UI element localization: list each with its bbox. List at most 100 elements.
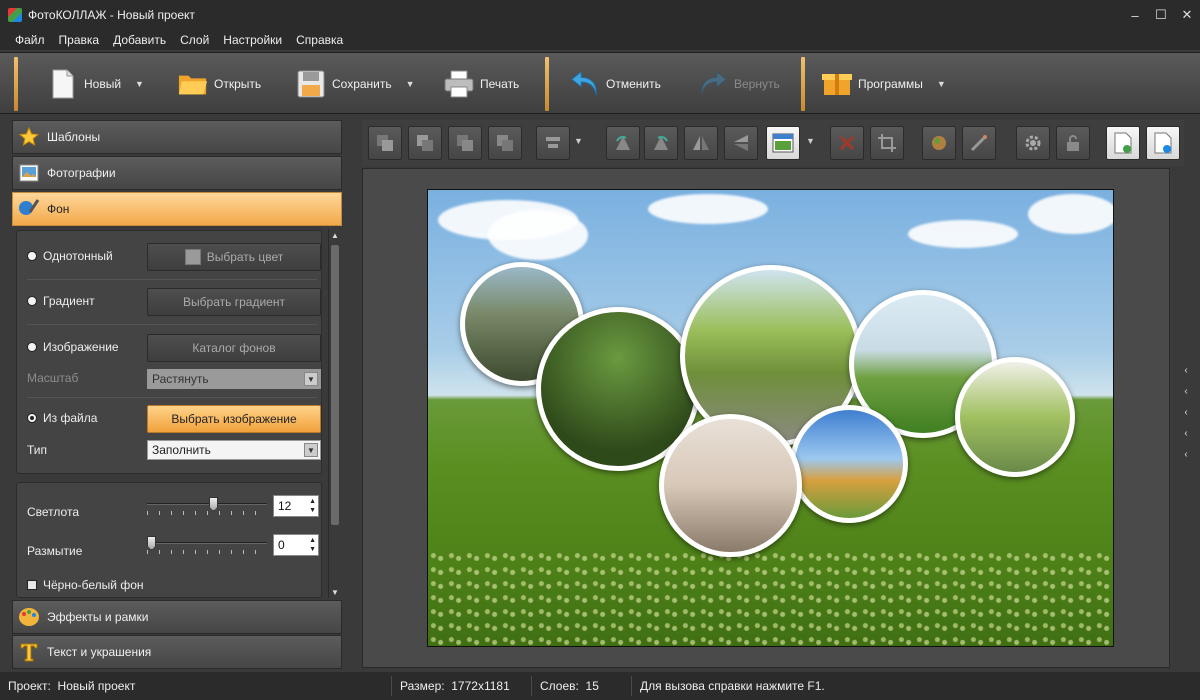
color-effects-icon[interactable] [922, 126, 956, 160]
background-options-panel: Однотонный Выбрать цвет Градиент Выбрать… [16, 230, 322, 474]
bw-option[interactable]: Чёрно-белый фон [27, 578, 144, 592]
folder-icon [178, 69, 208, 99]
undo-label: Отменить [606, 77, 661, 91]
scrollbar-thumb[interactable] [331, 245, 339, 525]
section-templates[interactable]: Шаблоны [12, 120, 342, 154]
palette-icon [17, 605, 41, 629]
flip-vertical-icon[interactable] [724, 126, 758, 160]
brightness-slider[interactable] [147, 497, 267, 517]
right-panel-arrows[interactable]: ‹ ‹ ‹ ‹ ‹ [1180, 365, 1192, 460]
save-dropdown-icon[interactable]: ▼ [406, 79, 415, 89]
collapse-arrow-icon[interactable]: ‹ [1184, 428, 1187, 439]
new-dropdown-icon[interactable]: ▼ [135, 79, 144, 89]
status-hint: Для вызова справки нажмите F1. [640, 679, 825, 693]
align-icon[interactable] [536, 126, 570, 160]
text-t-icon [17, 640, 41, 664]
crop-icon[interactable] [870, 126, 904, 160]
delete-icon[interactable] [830, 126, 864, 160]
menu-help[interactable]: Справка [289, 33, 350, 47]
bw-checkbox[interactable] [27, 580, 37, 590]
redo-button[interactable]: Вернуть [698, 61, 780, 107]
choose-gradient-button[interactable]: Выбрать градиент [147, 288, 321, 316]
menu-bar: Файл Правка Добавить Слой Настройки Спра… [0, 30, 1200, 50]
floppy-icon [296, 69, 326, 99]
maximize-button[interactable]: ☐ [1148, 0, 1174, 30]
print-button[interactable]: Печать [444, 61, 519, 107]
menu-layer[interactable]: Слой [173, 33, 216, 47]
image-radio[interactable] [27, 342, 37, 352]
section-background[interactable]: Фон [12, 192, 342, 226]
status-layers-value: 15 [585, 679, 599, 693]
edit-toolbar: ▼ ▼ [362, 120, 1184, 166]
menu-settings[interactable]: Настройки [216, 33, 289, 47]
section-effects[interactable]: Эффекты и рамки [12, 600, 342, 634]
collage-photo-temple[interactable] [790, 405, 908, 523]
gradient-option[interactable]: Градиент [27, 294, 95, 308]
send-backward-icon[interactable] [448, 126, 482, 160]
menu-edit[interactable]: Правка [52, 33, 107, 47]
align-dropdown-icon[interactable]: ▼ [574, 136, 583, 146]
new-page-icon[interactable] [1106, 126, 1140, 160]
programs-button[interactable]: Программы ▼ [822, 61, 946, 107]
collage-canvas[interactable] [427, 189, 1114, 647]
slider-thumb[interactable] [147, 536, 156, 550]
page-settings-icon[interactable] [1146, 126, 1180, 160]
collage-photo-couple[interactable] [659, 414, 802, 557]
send-back-icon[interactable] [488, 126, 522, 160]
blur-spinner[interactable]: 0 ▲ ▼ [273, 534, 319, 556]
slider-thumb[interactable] [209, 497, 218, 511]
cloud [488, 210, 588, 260]
scale-select[interactable]: Растянуть ▼ [147, 369, 321, 389]
chevron-down-icon: ▼ [304, 443, 318, 457]
type-label: Тип [27, 443, 48, 457]
blur-slider[interactable] [147, 536, 267, 556]
close-button[interactable]: ✕ [1174, 0, 1200, 30]
menu-file[interactable]: Файл [8, 33, 52, 47]
open-button[interactable]: Открыть [178, 61, 261, 107]
choose-image-button[interactable]: Выбрать изображение [147, 405, 321, 433]
collage-photo-kids[interactable] [955, 357, 1075, 477]
fill-dropdown-icon[interactable]: ▼ [806, 136, 815, 146]
collapse-arrow-icon[interactable]: ‹ [1184, 386, 1187, 397]
rotate-left-icon[interactable] [606, 126, 640, 160]
panel-scrollbar[interactable]: ▲ ▼ [328, 229, 340, 598]
lock-icon[interactable] [1056, 126, 1090, 160]
section-text[interactable]: Текст и украшения [12, 635, 342, 669]
gradient-radio[interactable] [27, 296, 37, 306]
from-file-option[interactable]: Из файла [27, 411, 97, 425]
programs-dropdown-icon[interactable]: ▼ [937, 79, 946, 89]
gear-icon[interactable] [1016, 126, 1050, 160]
bring-forward-icon[interactable] [408, 126, 442, 160]
type-value: Заполнить [152, 443, 211, 457]
brightness-spinner[interactable]: 12 ▲ ▼ [273, 495, 319, 517]
undo-button[interactable]: Отменить [570, 61, 661, 107]
save-button[interactable]: Сохранить ▼ [296, 61, 415, 107]
solid-option[interactable]: Однотонный [27, 249, 113, 263]
image-option[interactable]: Изображение [27, 340, 119, 354]
new-button[interactable]: Новый ▼ [48, 61, 144, 107]
spinner-arrows-icon[interactable]: ▲ ▼ [309, 497, 316, 515]
type-select[interactable]: Заполнить ▼ [147, 440, 321, 460]
menu-add[interactable]: Добавить [106, 33, 173, 47]
minimize-button[interactable]: ‒ [1122, 0, 1148, 30]
new-label: Новый [84, 77, 122, 91]
collapse-arrow-icon[interactable]: ‹ [1184, 449, 1187, 460]
collapse-arrow-icon[interactable]: ‹ [1184, 407, 1187, 418]
bring-front-icon[interactable] [368, 126, 402, 160]
flip-horizontal-icon[interactable] [684, 126, 718, 160]
scroll-down-icon[interactable]: ▼ [329, 586, 341, 598]
collapse-arrow-icon[interactable]: ‹ [1184, 365, 1187, 376]
toolbar-separator [801, 57, 805, 111]
scroll-up-icon[interactable]: ▲ [329, 229, 341, 241]
fill-frame-icon[interactable] [766, 126, 800, 160]
divider [27, 324, 317, 325]
section-photos-label: Фотографии [47, 166, 116, 180]
solid-radio[interactable] [27, 251, 37, 261]
rotate-right-icon[interactable] [644, 126, 678, 160]
spinner-arrows-icon[interactable]: ▲ ▼ [309, 536, 316, 554]
choose-color-button[interactable]: Выбрать цвет [147, 243, 321, 271]
section-photos[interactable]: Фотографии [12, 156, 342, 190]
magic-wand-icon[interactable] [962, 126, 996, 160]
from-file-radio[interactable] [27, 413, 37, 423]
bg-catalog-button[interactable]: Каталог фонов [147, 334, 321, 362]
